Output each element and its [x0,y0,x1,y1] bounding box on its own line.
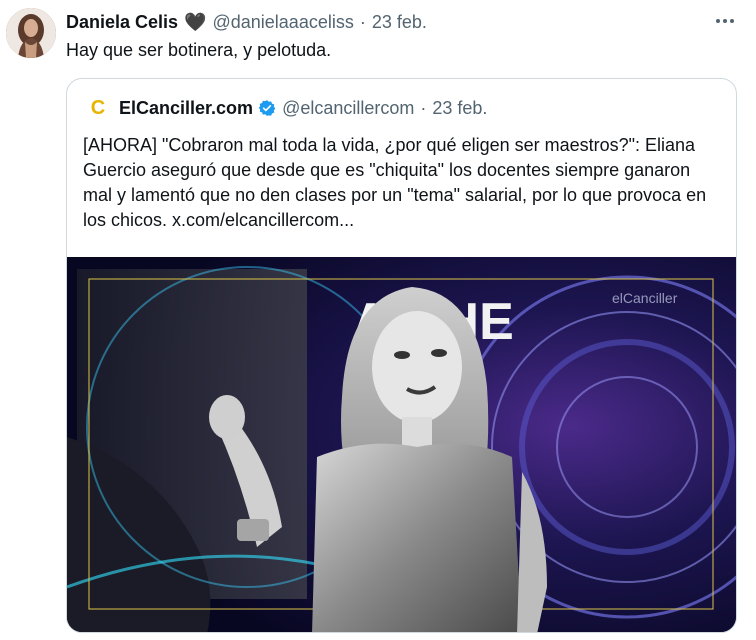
avatar[interactable] [6,8,56,58]
more-horizontal-icon[interactable] [714,10,736,38]
quoted-tweet-header: C ElCanciller.com @elcancillercom · 23 f… [87,96,488,119]
black-heart-emoji: 🖤 [184,11,207,32]
separator-dot: · [420,97,427,118]
author-handle[interactable]: @danielaaaceliss [212,12,353,33]
quoted-tweet-image[interactable]: AN HE elCanciller [67,257,736,632]
verified-badge-icon [258,99,276,117]
separator-dot: · [359,11,366,32]
quoted-author-handle[interactable]: @elcancillercom [282,98,414,119]
quoted-author-name[interactable]: ElCanciller.com [119,98,253,119]
tweet-text: Hay que ser botinera, y pelotuda. [66,40,332,60]
tweet: Daniela Celis 🖤 @danielaaaceliss · 23 fe… [0,0,756,640]
elcanciller-logo: C [90,96,106,119]
author-name[interactable]: Daniela Celis [66,12,178,33]
quoted-tweet-date[interactable]: 23 feb. [432,98,487,119]
quoted-tweet[interactable]: C ElCanciller.com @elcancillercom · 23 f… [66,78,737,633]
quoted-tweet-text: [AHORA] "Cobraron mal toda la vida, ¿por… [83,135,707,230]
tweet-date[interactable]: 23 feb. [372,12,427,33]
tweet-header: Daniela Celis 🖤 @danielaaaceliss · 23 fe… [66,10,427,34]
watermark-text: elCanciller [612,290,678,306]
